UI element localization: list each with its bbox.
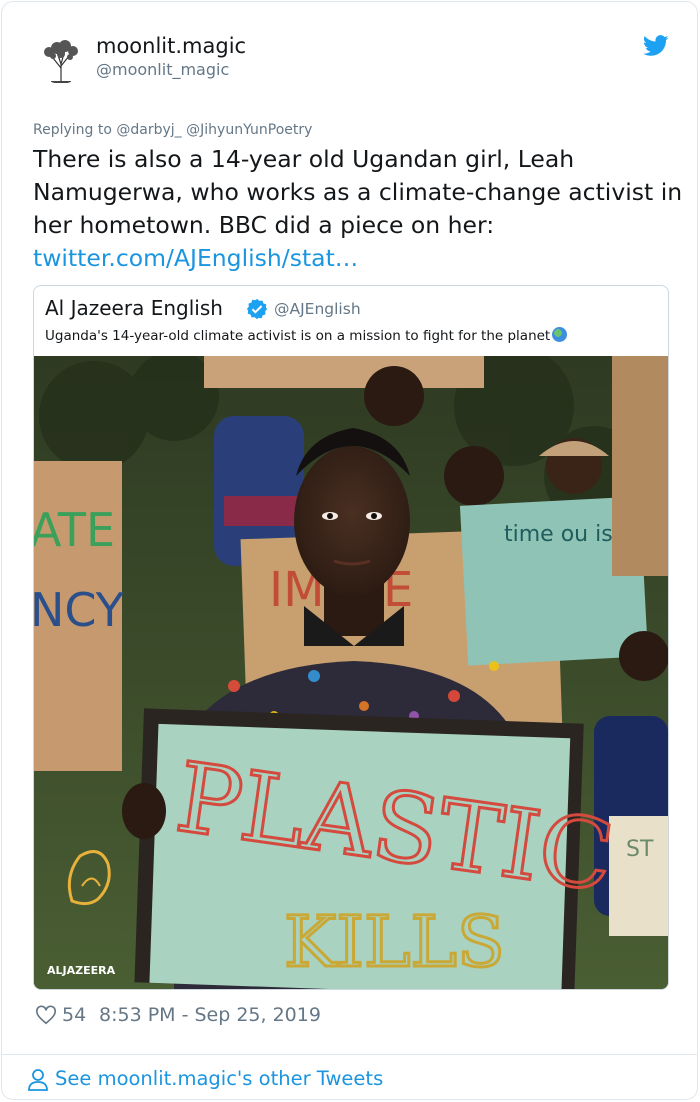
sign-far-right-text: ST bbox=[626, 837, 654, 862]
user-handle[interactable]: @moonlit_magic bbox=[96, 60, 229, 79]
like-count[interactable]: 54 bbox=[62, 1004, 86, 1026]
protest-photo: ATE NCY IMATE time ou is ST bbox=[34, 356, 668, 989]
tweet-timestamp[interactable]: 8:53 PM - Sep 25, 2019 bbox=[99, 1004, 321, 1026]
sign-main-sub-text: KILLS bbox=[284, 901, 505, 983]
verified-badge-icon bbox=[246, 298, 268, 320]
person-icon bbox=[28, 1069, 48, 1091]
quote-author-handle[interactable]: @AJEnglish bbox=[274, 300, 361, 318]
replying-label: Replying to bbox=[33, 122, 112, 138]
sign-left-text-1: ATE bbox=[34, 503, 115, 557]
tweet-link[interactable]: twitter.com/AJEnglish/stat… bbox=[33, 244, 358, 272]
display-name[interactable]: moonlit.magic bbox=[96, 34, 246, 58]
tweet-body: There is also a 14-year old Ugandan girl… bbox=[33, 145, 683, 239]
tree-avatar-icon bbox=[44, 40, 78, 83]
quote-author-name[interactable]: Al Jazeera English bbox=[45, 296, 223, 320]
quoted-tweet[interactable]: Al Jazeera English @AJEnglish Uganda's 1… bbox=[33, 285, 669, 990]
quote-media-image[interactable]: ATE NCY IMATE time ou is ST bbox=[34, 356, 668, 989]
globe-emoji-icon bbox=[552, 327, 568, 342]
see-other-tweets-link[interactable]: See moonlit.magic's other Tweets bbox=[55, 1067, 383, 1090]
twitter-bird-icon[interactable] bbox=[643, 35, 669, 57]
tweet-card: moonlit.magic @moonlit_magic Replying to… bbox=[1, 1, 698, 1100]
mention-link[interactable]: @JihyunYunPoetry bbox=[186, 122, 312, 138]
aljazeera-logo-text: ALJAZEERA bbox=[47, 964, 116, 977]
quote-text: Uganda's 14-year-old climate activist is… bbox=[45, 327, 568, 344]
tweet-text: There is also a 14-year old Ugandan girl… bbox=[33, 143, 683, 275]
replying-to: Replying to @darbyj_ @JihyunYunPoetry bbox=[33, 122, 312, 138]
sign-right-text: time ou is bbox=[504, 522, 613, 547]
divider bbox=[2, 1054, 697, 1055]
mention-link[interactable]: @darbyj_ bbox=[116, 122, 181, 138]
quote-text-body: Uganda's 14-year-old climate activist is… bbox=[45, 328, 551, 344]
avatar[interactable] bbox=[37, 36, 85, 84]
sign-left-text-2: NCY bbox=[34, 583, 125, 637]
heart-icon[interactable] bbox=[35, 1004, 57, 1026]
